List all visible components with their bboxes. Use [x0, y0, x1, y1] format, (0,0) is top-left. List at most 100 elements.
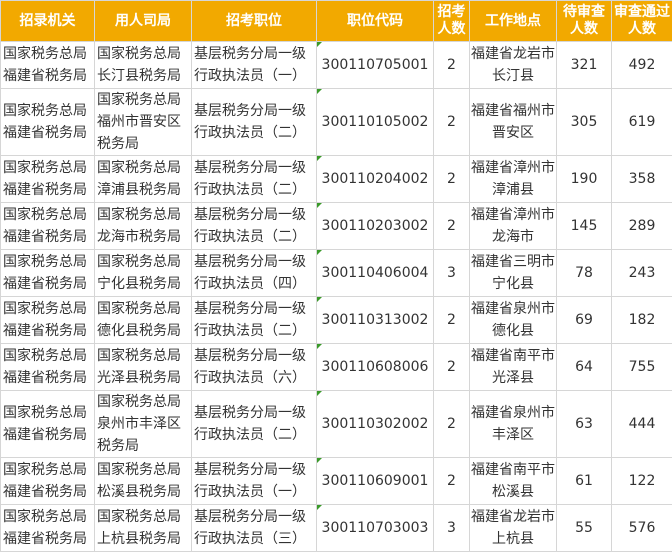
cell-employer: 国家税务总局福州市晋安区税务局 [95, 89, 192, 156]
column-header-code: 职位代码 [317, 1, 434, 42]
cell-num: 2 [434, 458, 470, 505]
cell-position: 基层税务分局一级行政执法员（二） [192, 89, 317, 156]
cell-text: 576 [629, 520, 656, 536]
cell-code: 300110609001 [317, 458, 434, 505]
cell-text: 300110203002 [322, 218, 429, 234]
cell-num: 2 [434, 42, 470, 89]
table-row: 国家税务总局福建省税务局国家税务总局上杭县税务局基层税务分局一级行政执法员（三）… [1, 505, 672, 552]
cell-text: 122 [629, 473, 656, 489]
cell-text: 基层税务分局一级行政执法员（二） [194, 405, 306, 443]
table-row: 国家税务总局福建省税务局国家税务总局长汀县税务局基层税务分局一级行政执法员（一）… [1, 42, 672, 89]
cell-location: 福建省南平市松溪县 [470, 458, 557, 505]
cell-text: 3 [447, 520, 456, 536]
cell-passed: 619 [612, 89, 672, 156]
cell-agency: 国家税务总局福建省税务局 [1, 391, 95, 458]
cell-pending: 55 [557, 505, 612, 552]
cell-num: 2 [434, 297, 470, 344]
cell-text: 国家税务总局松溪县税务局 [97, 462, 181, 500]
cell-text: 55 [575, 520, 593, 536]
cell-code: 300110105002 [317, 89, 434, 156]
cell-employer: 国家税务总局泉州市丰泽区税务局 [95, 391, 192, 458]
cell-text: 福建省泉州市德化县 [471, 301, 555, 339]
cell-agency: 国家税务总局福建省税务局 [1, 458, 95, 505]
cell-text: 基层税务分局一级行政执法员（二） [194, 207, 306, 245]
cell-code: 300110313002 [317, 297, 434, 344]
cell-text: 755 [629, 359, 656, 375]
cell-text: 2 [447, 114, 456, 130]
column-header-position: 招考职位 [192, 1, 317, 42]
cell-pending: 64 [557, 344, 612, 391]
cell-pending: 145 [557, 203, 612, 250]
cell-text: 福建省泉州市丰泽区 [471, 405, 555, 443]
cell-location: 福建省南平市光泽县 [470, 344, 557, 391]
cell-text: 国家税务总局福建省税务局 [3, 405, 87, 443]
cell-code: 300110703003 [317, 505, 434, 552]
cell-passed: 576 [612, 505, 672, 552]
cell-text: 300110302002 [322, 416, 429, 432]
cell-text: 619 [629, 114, 656, 130]
cell-location: 福建省泉州市丰泽区 [470, 391, 557, 458]
cell-text: 福建省三明市宁化县 [471, 254, 555, 292]
cell-text: 国家税务总局德化县税务局 [97, 301, 181, 339]
cell-text: 基层税务分局一级行政执法员（二） [194, 160, 306, 198]
cell-text: 福建省龙岩市长汀县 [471, 46, 555, 84]
cell-num: 3 [434, 250, 470, 297]
cell-position: 基层税务分局一级行政执法员（二） [192, 297, 317, 344]
cell-text: 基层税务分局一级行政执法员（三） [194, 509, 306, 547]
cell-marker-icon [317, 42, 322, 47]
cell-marker-icon [317, 203, 322, 208]
cell-text: 2 [447, 416, 456, 432]
table-row: 国家税务总局福建省税务局国家税务总局松溪县税务局基层税务分局一级行政执法员（一）… [1, 458, 672, 505]
cell-passed: 182 [612, 297, 672, 344]
cell-agency: 国家税务总局福建省税务局 [1, 297, 95, 344]
cell-passed: 243 [612, 250, 672, 297]
cell-text: 78 [575, 265, 593, 281]
cell-position: 基层税务分局一级行政执法员（二） [192, 391, 317, 458]
cell-num: 2 [434, 391, 470, 458]
cell-text: 基层税务分局一级行政执法员（一） [194, 462, 306, 500]
cell-text: 国家税务总局福建省税务局 [3, 509, 87, 547]
cell-employer: 国家税务总局宁化县税务局 [95, 250, 192, 297]
cell-agency: 国家税务总局福建省税务局 [1, 42, 95, 89]
cell-text: 福建省龙岩市上杭县 [471, 509, 555, 547]
cell-text: 300110313002 [322, 312, 429, 328]
cell-code: 300110203002 [317, 203, 434, 250]
cell-location: 福建省龙岩市长汀县 [470, 42, 557, 89]
cell-employer: 国家税务总局长汀县税务局 [95, 42, 192, 89]
cell-text: 福建省漳州市漳浦县 [471, 160, 555, 198]
cell-code: 300110406004 [317, 250, 434, 297]
cell-text: 国家税务总局长汀县税务局 [97, 46, 181, 84]
cell-text: 基层税务分局一级行政执法员（一） [194, 46, 306, 84]
cell-text: 2 [447, 171, 456, 187]
cell-text: 3 [447, 265, 456, 281]
cell-text: 国家税务总局龙海市税务局 [97, 207, 181, 245]
cell-agency: 国家税务总局福建省税务局 [1, 505, 95, 552]
cell-text: 2 [447, 57, 456, 73]
cell-text: 63 [575, 416, 593, 432]
cell-passed: 289 [612, 203, 672, 250]
cell-text: 182 [629, 312, 656, 328]
cell-text: 300110608006 [322, 359, 429, 375]
cell-text: 243 [629, 265, 656, 281]
cell-marker-icon [317, 250, 322, 255]
cell-num: 2 [434, 89, 470, 156]
cell-employer: 国家税务总局上杭县税务局 [95, 505, 192, 552]
cell-text: 2 [447, 359, 456, 375]
cell-agency: 国家税务总局福建省税务局 [1, 89, 95, 156]
cell-text: 444 [629, 416, 656, 432]
cell-passed: 492 [612, 42, 672, 89]
recruitment-table: 招录机关用人司局招考职位职位代码招考人数工作地点待审查人数审查通过人数 国家税务… [0, 0, 672, 552]
cell-text: 69 [575, 312, 593, 328]
cell-text: 492 [629, 57, 656, 73]
cell-agency: 国家税务总局福建省税务局 [1, 344, 95, 391]
cell-text: 国家税务总局福建省税务局 [3, 254, 87, 292]
cell-num: 3 [434, 505, 470, 552]
cell-position: 基层税务分局一级行政执法员（三） [192, 505, 317, 552]
cell-text: 300110105002 [322, 114, 429, 130]
cell-text: 国家税务总局福建省税务局 [3, 46, 87, 84]
table-row: 国家税务总局福建省税务局国家税务总局光泽县税务局基层税务分局一级行政执法员（六）… [1, 344, 672, 391]
cell-passed: 122 [612, 458, 672, 505]
cell-text: 国家税务总局福建省税务局 [3, 207, 87, 245]
cell-position: 基层税务分局一级行政执法员（二） [192, 203, 317, 250]
cell-employer: 国家税务总局松溪县税务局 [95, 458, 192, 505]
